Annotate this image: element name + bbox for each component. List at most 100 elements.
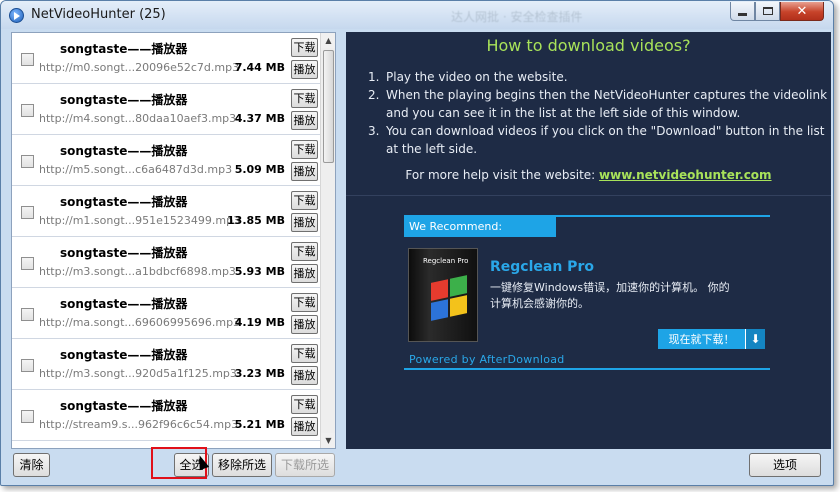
window-title: NetVideoHunter (25) xyxy=(31,7,166,22)
remove-selected-button[interactable]: 移除所选 xyxy=(212,453,272,477)
maximize-icon xyxy=(762,7,773,15)
item-size: 5.21 MB xyxy=(234,418,285,431)
download-button[interactable]: 下载 xyxy=(291,293,318,312)
scroll-thumb[interactable] xyxy=(323,50,334,163)
minimize-button[interactable] xyxy=(730,2,755,21)
list-item[interactable]: songtaste——播放器 http://m3.songt...a1bdbcf6… xyxy=(12,237,321,288)
play-button[interactable]: 播放 xyxy=(291,366,318,385)
list-scrollbar[interactable]: ▲ ▼ xyxy=(320,33,335,448)
product-description: 一键修复Windows错误，加速你的计算机。 你的计算机会感谢你的。 xyxy=(490,281,730,310)
video-list-panel: songtaste——播放器 http://m0.songt...20096e52… xyxy=(11,32,336,449)
download-button[interactable]: 下载 xyxy=(291,395,318,414)
item-checkbox[interactable] xyxy=(21,359,34,372)
play-button[interactable]: 播放 xyxy=(291,417,318,436)
step-number: 2. xyxy=(368,88,380,102)
item-title: songtaste——播放器 xyxy=(60,246,188,260)
item-checkbox[interactable] xyxy=(21,155,34,168)
item-size: 5.93 MB xyxy=(234,265,285,278)
list-item[interactable]: songtaste——播放器 http://stream9.s...962f96c… xyxy=(12,390,321,441)
download-button[interactable]: 下载 xyxy=(291,242,318,261)
play-button[interactable]: 播放 xyxy=(291,315,318,334)
item-url: http://m4.songt...80daa10aef3.mp3 xyxy=(39,112,237,125)
recommend-header: We Recommend: xyxy=(404,217,556,237)
ad-download-label: 现在就下载！ xyxy=(668,333,735,346)
download-button[interactable]: 下载 xyxy=(291,140,318,159)
item-url: http://m5.songt...c6a6487d3d.mp3 xyxy=(39,163,233,176)
download-button[interactable]: 下载 xyxy=(291,38,318,57)
clear-button[interactable]: 清除 xyxy=(13,453,50,477)
item-url: http://m1.songt...951e1523499.mp3 xyxy=(39,214,241,227)
item-title: songtaste——播放器 xyxy=(60,195,188,209)
close-icon: ✕ xyxy=(796,3,808,19)
options-button[interactable]: 选项 xyxy=(749,453,821,477)
product-box-label: Regclean Pro xyxy=(423,257,469,265)
item-size: 4.19 MB xyxy=(234,316,285,329)
item-url: http://m0.songt...20096e52c7d.mp3 xyxy=(39,61,240,74)
item-size: 4.37 MB xyxy=(234,112,285,125)
step-text: Play the video on the website. xyxy=(386,70,568,84)
item-size: 3.23 MB xyxy=(234,367,285,380)
step-number: 3. xyxy=(368,124,380,138)
item-checkbox[interactable] xyxy=(21,410,34,423)
item-url: http://m3.songt...920d5a1f125.mp3 xyxy=(39,367,237,380)
scroll-down-icon[interactable]: ▼ xyxy=(321,433,335,448)
step-number: 1. xyxy=(368,70,380,84)
item-title: songtaste——播放器 xyxy=(60,348,188,362)
help-prefix: For more help visit the website: xyxy=(405,168,596,182)
info-heading: How to download videos? xyxy=(486,36,691,55)
item-url: http://stream9.s...962f96c6c54.mp3 xyxy=(39,418,239,431)
app-window: NetVideoHunter (25) 达人网批 · 安全检查插件 ✕ song… xyxy=(0,0,834,486)
list-item[interactable]: songtaste——播放器 http://ma.songt...69606995… xyxy=(12,288,321,339)
step-text: When the playing begins then the NetVide… xyxy=(386,88,828,120)
item-checkbox[interactable] xyxy=(21,206,34,219)
help-website-link[interactable]: www.netvideohunter.com xyxy=(599,168,772,182)
powered-by-text: Powered by AfterDownload xyxy=(409,353,565,366)
list-item[interactable]: songtaste——播放器 http://m0.songt...20096e52… xyxy=(12,33,321,84)
item-checkbox[interactable] xyxy=(21,257,34,270)
step-item: 1. Play the video on the website. xyxy=(368,68,830,86)
step-text: You can download videos if you click on … xyxy=(386,124,825,156)
item-url: http://ma.songt...69606995696.mp3 xyxy=(39,316,241,329)
item-title: songtaste——播放器 xyxy=(60,399,188,413)
ad-download-button[interactable]: 现在就下载！ ⬇ xyxy=(658,329,765,349)
play-button[interactable]: 播放 xyxy=(291,213,318,232)
download-selected-button[interactable]: 下载所选 xyxy=(275,453,335,477)
product-title[interactable]: Regclean Pro xyxy=(490,259,594,275)
item-size: 5.09 MB xyxy=(234,163,285,176)
minimize-icon xyxy=(738,12,747,16)
scroll-up-icon[interactable]: ▲ xyxy=(321,33,335,48)
background-window-text: 达人网批 · 安全检查插件 xyxy=(451,10,583,24)
help-line: For more help visit the website: www.net… xyxy=(346,168,831,182)
title-bar[interactable]: NetVideoHunter (25) 达人网批 · 安全检查插件 ✕ xyxy=(1,1,833,29)
download-arrow-icon: ⬇ xyxy=(745,329,765,349)
item-checkbox[interactable] xyxy=(21,104,34,117)
close-button[interactable]: ✕ xyxy=(780,2,824,21)
recommendation-box: We Recommend: Regclean Pro Regclean Pro … xyxy=(404,215,770,370)
instruction-steps: 1. Play the video on the website. 2. Whe… xyxy=(368,68,830,158)
item-title: songtaste——播放器 xyxy=(60,297,188,311)
play-button[interactable]: 播放 xyxy=(291,264,318,283)
product-box-image[interactable]: Regclean Pro xyxy=(408,248,478,342)
step-item: 2. When the playing begins then the NetV… xyxy=(368,86,830,122)
list-item[interactable]: songtaste——播放器 http://m4.songt...80daa10a… xyxy=(12,84,321,135)
list-item[interactable]: songtaste——播放器 http://m3.songt...920d5a1f… xyxy=(12,339,321,390)
app-logo-icon xyxy=(9,8,24,23)
item-checkbox[interactable] xyxy=(21,308,34,321)
maximize-button[interactable] xyxy=(755,2,780,21)
download-button[interactable]: 下载 xyxy=(291,344,318,363)
divider xyxy=(346,195,831,196)
download-button[interactable]: 下载 xyxy=(291,89,318,108)
item-title: songtaste——播放器 xyxy=(60,42,188,56)
video-list: songtaste——播放器 http://m0.songt...20096e52… xyxy=(12,33,321,441)
play-button[interactable]: 播放 xyxy=(291,111,318,130)
download-button[interactable]: 下载 xyxy=(291,191,318,210)
play-button[interactable]: 播放 xyxy=(291,60,318,79)
item-size: 7.44 MB xyxy=(234,61,285,74)
list-item[interactable]: songtaste——播放器 http://m1.songt...951e1523… xyxy=(12,186,321,237)
play-button[interactable]: 播放 xyxy=(291,162,318,181)
step-item: 3. You can download videos if you click … xyxy=(368,122,830,158)
item-checkbox[interactable] xyxy=(21,53,34,66)
info-panel: How to download videos? 1. Play the vide… xyxy=(346,32,831,449)
list-item[interactable]: songtaste——播放器 http://m5.songt...c6a6487d… xyxy=(12,135,321,186)
item-title: songtaste——播放器 xyxy=(60,93,188,107)
